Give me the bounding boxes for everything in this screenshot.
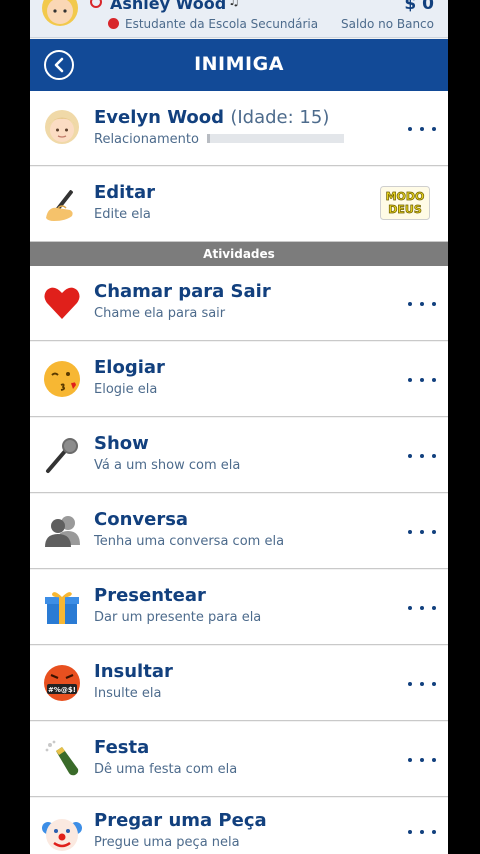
activity-title: Insultar — [94, 661, 173, 682]
bank-label: Saldo no Banco — [341, 17, 434, 31]
cursing-face-icon: #%@$! — [44, 665, 80, 701]
writing-hand-icon — [46, 190, 73, 221]
music-note-icon: ♫ — [228, 0, 240, 9]
activity-title: Presentear — [94, 585, 206, 606]
activity-row-prank[interactable]: Pregar uma Peça Pregue uma peça nela — [30, 798, 448, 854]
relationship-label: Relacionamento — [94, 132, 199, 147]
relationship-bar — [207, 134, 344, 143]
more-options-icon[interactable] — [408, 756, 436, 764]
page-title: INIMIGA — [194, 53, 284, 75]
activity-title: Elogiar — [94, 357, 165, 378]
activity-subtitle: Dê uma festa com ela — [94, 762, 238, 777]
heart-icon — [44, 287, 80, 319]
activity-row-party[interactable]: Festa Dê uma festa com ela — [30, 722, 448, 797]
person-avatar-icon — [45, 110, 79, 144]
kiss-face-icon — [44, 361, 80, 397]
more-options-icon[interactable] — [408, 452, 436, 460]
champagne-icon — [45, 740, 79, 776]
activity-subtitle: Insulte ela — [94, 686, 162, 701]
badge-line1: MODO — [386, 190, 425, 203]
activity-subtitle: Elogie ela — [94, 382, 158, 397]
edit-title: Editar — [94, 182, 155, 203]
bank-balance: $ 0 — [404, 0, 434, 14]
activity-title: Festa — [94, 737, 150, 758]
more-options-icon[interactable] — [408, 604, 436, 612]
profile-name-line: Evelyn Wood (Idade: 15) — [94, 107, 329, 128]
more-options-icon[interactable] — [408, 300, 436, 308]
page-header: INIMIGA — [30, 39, 448, 91]
edit-subtitle: Edite ela — [94, 207, 151, 222]
profile-row[interactable]: Evelyn Wood (Idade: 15) Relacionamento — [30, 91, 448, 166]
censored-text: #%@$! — [48, 686, 76, 694]
gift-icon — [45, 592, 79, 624]
profile-name: Evelyn Wood — [94, 107, 225, 128]
activity-row-conversation[interactable]: Conversa Tenha uma conversa com ela — [30, 494, 448, 569]
player-name: Ashley Wood — [110, 0, 227, 13]
activity-subtitle: Chame ela para sair — [94, 306, 226, 321]
clown-icon — [42, 819, 82, 851]
relationship-bar-fill — [207, 134, 210, 143]
activity-row-compliment[interactable]: Elogiar Elogie ela — [30, 342, 448, 417]
activity-row-gift[interactable]: Presentear Dar um presente para ela — [30, 570, 448, 645]
player-occupation: Estudante da Escola Secundária — [108, 17, 318, 31]
activity-title: Chamar para Sair — [94, 281, 271, 302]
badge-line2: DEUS — [388, 203, 422, 216]
activity-row-show[interactable]: Show Vá a um show com ela — [30, 418, 448, 493]
activity-row-insult[interactable]: #%@$! Insultar Insulte ela — [30, 646, 448, 721]
people-icon — [45, 516, 80, 547]
status-strip: Ashley Wood ♫ Estudante da Escola Secund… — [30, 0, 448, 38]
profile-age: (Idade: 15) — [230, 107, 330, 128]
more-options-icon[interactable] — [408, 828, 436, 836]
ring-icon — [90, 0, 102, 8]
apple-icon — [108, 18, 119, 29]
activity-row-ask-out[interactable]: Chamar para Sair Chame ela para sair — [30, 266, 448, 341]
activity-subtitle: Tenha uma conversa com ela — [94, 534, 285, 549]
god-mode-badge[interactable]: MODO DEUS — [380, 186, 430, 220]
microphone-icon — [46, 438, 78, 473]
more-options-icon[interactable] — [408, 680, 436, 688]
occupation-label: Estudante da Escola Secundária — [125, 17, 319, 31]
player-avatar-icon — [42, 0, 78, 26]
activity-title: Conversa — [94, 509, 189, 530]
section-header-activities: Atividades — [30, 242, 448, 266]
activity-title: Pregar uma Peça — [94, 810, 267, 831]
activity-title: Show — [94, 433, 149, 454]
more-options-icon[interactable] — [408, 528, 436, 536]
more-options-icon[interactable] — [408, 125, 436, 133]
activity-subtitle: Pregue uma peça nela — [94, 835, 240, 850]
activity-subtitle: Vá a um show com ela — [94, 458, 241, 473]
activity-subtitle: Dar um presente para ela — [94, 610, 262, 625]
app-screen: Ashley Wood ♫ Estudante da Escola Secund… — [30, 0, 448, 854]
more-options-icon[interactable] — [408, 376, 436, 384]
